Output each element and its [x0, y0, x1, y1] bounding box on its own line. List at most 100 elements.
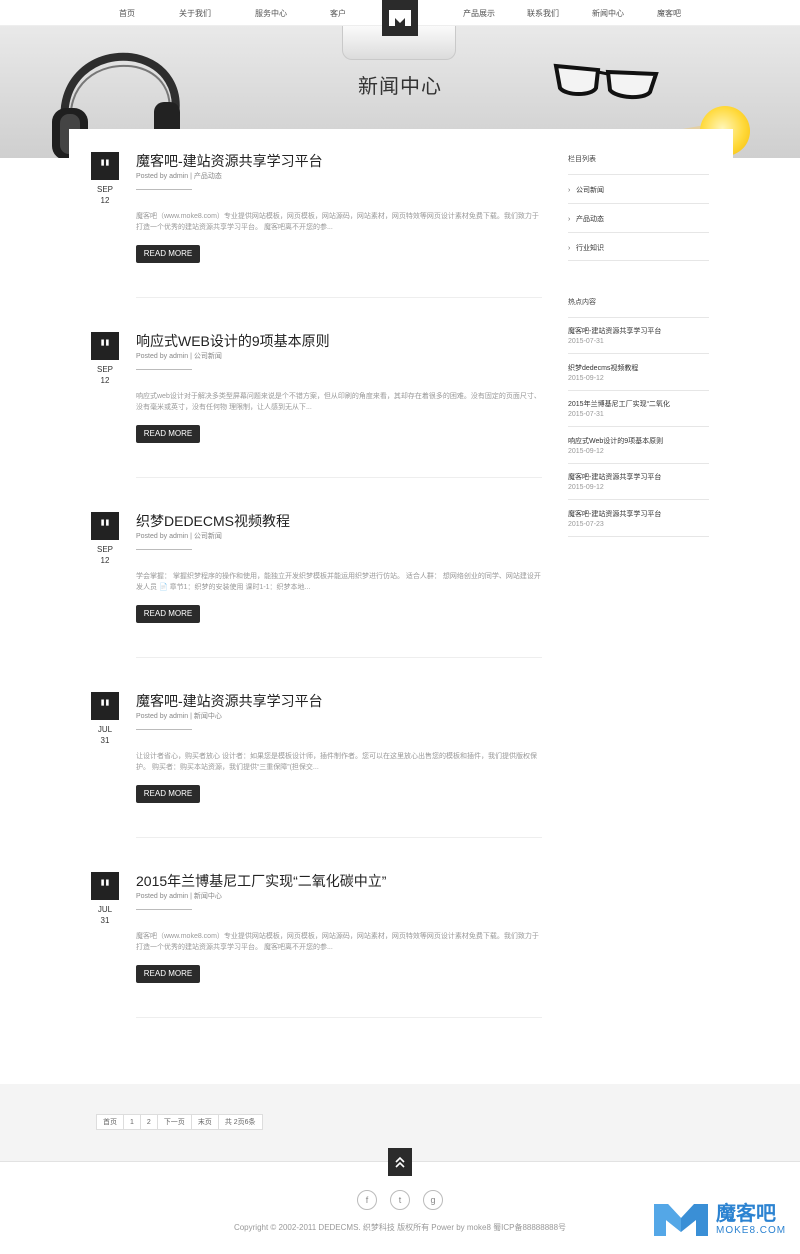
- sidebar-item-company-news[interactable]: › 公司新闻: [568, 185, 604, 195]
- nav-item-about[interactable]: 关于我们: [179, 8, 211, 19]
- read-more-button[interactable]: READ MORE: [136, 785, 200, 803]
- nav-item-news[interactable]: 新闻中心: [592, 8, 624, 19]
- post-divider: [136, 297, 542, 298]
- title-underline: [136, 369, 192, 370]
- read-more-button[interactable]: READ MORE: [136, 965, 200, 983]
- twitter-icon[interactable]: t: [390, 1190, 410, 1210]
- post-title[interactable]: 响应式WEB设计的9项基本原则: [136, 331, 330, 351]
- title-underline: [136, 729, 192, 730]
- post-title[interactable]: 魔客吧-建站资源共享学习平台: [136, 691, 323, 711]
- hot-item-date: 2015-07-31: [568, 338, 604, 345]
- chevron-right-icon: ›: [568, 216, 571, 223]
- post-meta: Posted by admin | 公司新闻: [136, 533, 222, 540]
- read-more-button[interactable]: READ MORE: [136, 245, 200, 263]
- post-date: JUL 31: [83, 724, 127, 746]
- hot-item-title[interactable]: 魔客吧-建站资源共享学习平台: [568, 509, 661, 519]
- post-excerpt: 魔客吧（www.moke8.com）专业提供网站模板，网页模板，网站源码，网站素…: [136, 933, 539, 951]
- hot-item-title[interactable]: 2015年兰博基尼工厂实现“二氧化: [568, 399, 670, 409]
- title-underline: [136, 909, 192, 910]
- hot-item-title[interactable]: 魔客吧-建站资源共享学习平台: [568, 472, 661, 482]
- hot-item-date: 2015-09-12: [568, 448, 604, 455]
- watermark-logo: 魔客吧 MOKE8.COM: [652, 1200, 786, 1240]
- post-date: SEP 12: [83, 184, 127, 206]
- nav-item-services[interactable]: 服务中心: [255, 8, 287, 19]
- sidebar-divider: [568, 232, 709, 233]
- post-divider: [136, 657, 542, 658]
- watermark-cn: 魔客吧: [716, 1203, 776, 1225]
- chevron-right-icon: ›: [568, 187, 571, 194]
- nav-item-products[interactable]: 产品展示: [463, 8, 495, 19]
- facebook-icon[interactable]: f: [357, 1190, 377, 1210]
- post-meta: Posted by admin | 公司新闻: [136, 353, 222, 360]
- post-month: SEP: [96, 545, 113, 554]
- post-month: JUL: [97, 905, 113, 914]
- post-divider: [136, 477, 542, 478]
- hot-item-date: 2015-07-31: [568, 411, 604, 418]
- quote-icon: ": [91, 872, 119, 902]
- post-day: 12: [100, 376, 110, 385]
- hot-item-date: 2015-07-23: [568, 521, 604, 528]
- sidebar-divider: [568, 426, 709, 427]
- post-excerpt: 让设计者省心，购买者放心 设计者：如果您是模板设计师，插件制作者。您可以在这里放…: [136, 753, 537, 771]
- page-1[interactable]: 1: [123, 1114, 141, 1130]
- title-underline: [136, 549, 192, 550]
- quote-icon: ": [91, 332, 119, 362]
- post-title[interactable]: 魔客吧-建站资源共享学习平台: [136, 151, 323, 171]
- hot-content-heading: 热点内容: [568, 299, 596, 306]
- sidebar-divider: [568, 390, 709, 391]
- back-to-top-button[interactable]: [388, 1148, 412, 1176]
- post-title[interactable]: 2015年兰博基尼工厂实现“二氧化碳中立”: [136, 871, 386, 891]
- title-underline: [136, 189, 192, 190]
- hot-item-title[interactable]: 魔客吧-建站资源共享学习平台: [568, 326, 661, 336]
- sidebar-divider: [568, 353, 709, 354]
- post-meta: Posted by admin | 新闻中心: [136, 713, 222, 720]
- post-day: 12: [100, 196, 110, 205]
- sidebar-item-industry[interactable]: › 行业知识: [568, 243, 604, 253]
- page-last[interactable]: 末页: [190, 1114, 219, 1130]
- sidebar-divider: [568, 536, 709, 537]
- nav-item-moke8[interactable]: 魔客吧: [657, 8, 681, 19]
- hot-item-date: 2015-09-12: [568, 484, 604, 491]
- post-excerpt: 魔客吧（www.moke8.com）专业提供网站模板，网页模板，网站源码，网站素…: [136, 213, 539, 231]
- nav-item-clients[interactable]: 客户: [330, 8, 346, 19]
- post-month: JUL: [97, 725, 113, 734]
- hot-item-date: 2015-09-12: [568, 375, 604, 382]
- post-divider: [136, 1017, 542, 1018]
- hot-item-title[interactable]: 响应式Web设计的9项基本原则: [568, 436, 663, 446]
- post-date: SEP 12: [83, 364, 127, 386]
- post-title[interactable]: 织梦DEDECMS视频教程: [136, 511, 290, 531]
- moke8-m-logo-icon: [654, 1204, 708, 1236]
- sidebar-item-product-news[interactable]: › 产品动态: [568, 214, 604, 224]
- page-next[interactable]: 下一页: [156, 1114, 192, 1130]
- post-divider: [136, 837, 542, 838]
- categories-heading: 栏目列表: [568, 156, 596, 163]
- quote-icon: ": [91, 512, 119, 542]
- content-card: " SEP 12 魔客吧-建站资源共享学习平台 Posted by admin …: [69, 129, 733, 1059]
- post-day: 12: [100, 556, 110, 565]
- page-summary: 共 2页6条: [217, 1114, 263, 1130]
- watermark-en: MOKE8.COM: [716, 1225, 787, 1236]
- page-2[interactable]: 2: [139, 1114, 158, 1130]
- google-plus-icon[interactable]: g: [423, 1190, 443, 1210]
- hot-item-title[interactable]: 织梦dedecms视频教程: [568, 363, 638, 373]
- sidebar-divider: [568, 463, 709, 464]
- sidebar-divider: [568, 174, 709, 175]
- sidebar-divider: [568, 317, 709, 318]
- sidebar-item-label: 行业知识: [576, 245, 604, 252]
- logo-m-icon: [389, 10, 411, 26]
- read-more-button[interactable]: READ MORE: [136, 425, 200, 443]
- post-day: 31: [100, 916, 110, 925]
- pagination: 首页 1 2 下一页 末页 共 2页6条: [96, 1114, 263, 1130]
- site-logo[interactable]: [382, 0, 418, 36]
- sidebar-divider: [568, 499, 709, 500]
- post-date: JUL 31: [83, 904, 127, 926]
- post-date: SEP 12: [83, 544, 127, 566]
- post-day: 31: [100, 736, 110, 745]
- quote-icon: ": [91, 152, 119, 182]
- page-first[interactable]: 首页: [96, 1114, 124, 1130]
- post-meta: Posted by admin | 新闻中心: [136, 893, 222, 900]
- nav-item-contact[interactable]: 联系我们: [527, 8, 559, 19]
- nav-item-home[interactable]: 首页: [119, 8, 135, 19]
- sidebar-item-label: 产品动态: [576, 216, 604, 223]
- read-more-button[interactable]: READ MORE: [136, 605, 200, 623]
